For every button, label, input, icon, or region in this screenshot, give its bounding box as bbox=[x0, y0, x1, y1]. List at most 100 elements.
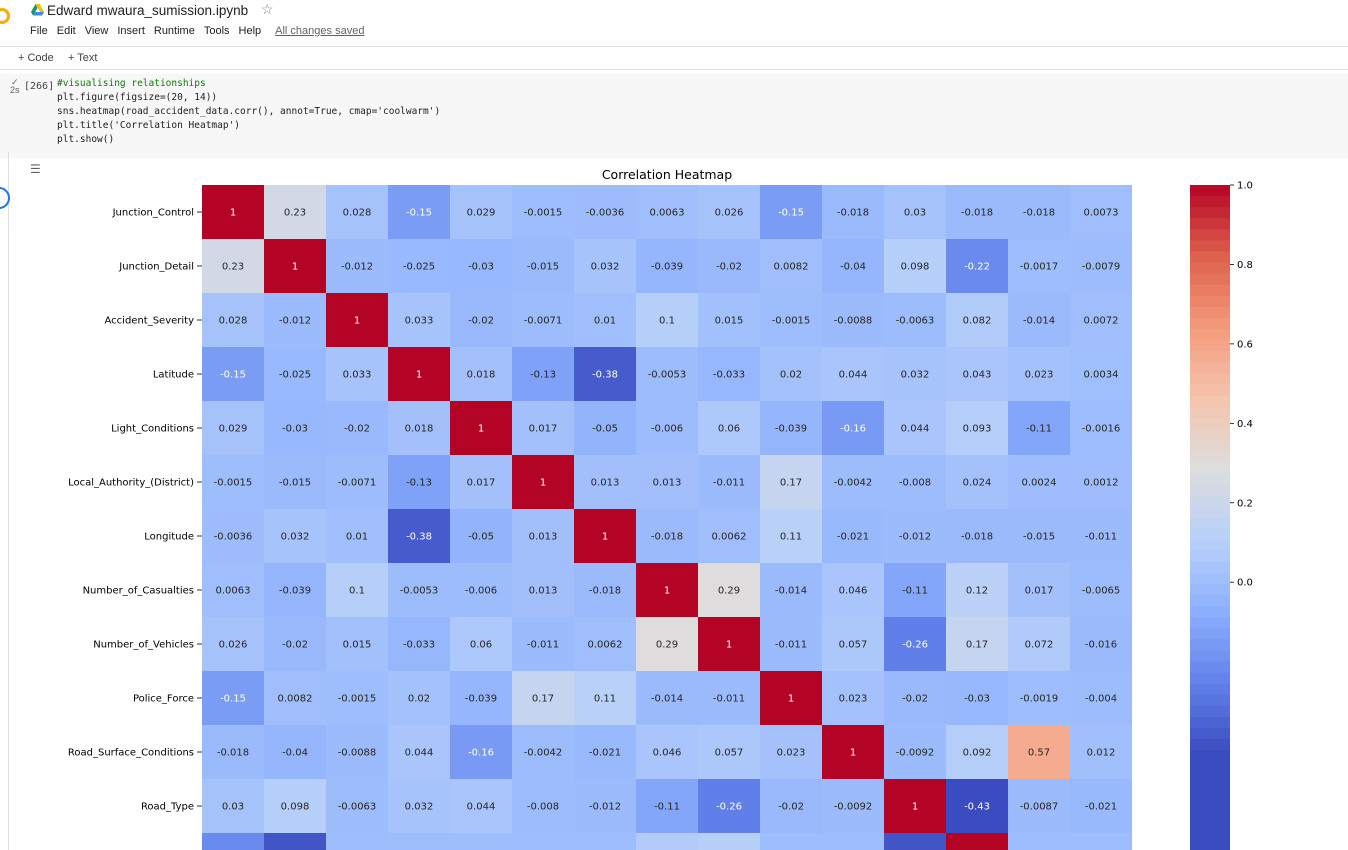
colorbar-segment bbox=[1190, 439, 1230, 452]
cell-annotation: -0.0015 bbox=[214, 478, 253, 489]
colorbar-segment bbox=[1190, 717, 1230, 729]
cell-annotation: -0.014 bbox=[1023, 316, 1055, 327]
colorbar-segment bbox=[1190, 595, 1230, 607]
colorbar-segment bbox=[1190, 517, 1230, 530]
menu-view[interactable]: View bbox=[85, 25, 109, 37]
add-text-button[interactable]: + Text bbox=[68, 52, 97, 64]
cell-annotation: -0.021 bbox=[837, 532, 869, 543]
cell-annotation: -0.15 bbox=[406, 208, 432, 219]
cell-annotation: 0.013 bbox=[529, 586, 558, 597]
row-label: Road_Type bbox=[141, 802, 194, 813]
cell-annotation: -0.0063 bbox=[896, 316, 935, 327]
cell-annotation: -0.0015 bbox=[772, 316, 811, 327]
code-line-3: sns.heatmap(road_accident_data.corr(), a… bbox=[57, 106, 441, 117]
colorbar-segment bbox=[1190, 639, 1230, 652]
cell-annotation: 0.023 bbox=[1025, 370, 1054, 381]
cell-annotation: 0.0073 bbox=[1084, 208, 1119, 219]
menu-runtime[interactable]: Runtime bbox=[154, 25, 195, 37]
cell-annotation: 0.0082 bbox=[278, 694, 313, 705]
colorbar-segment bbox=[1190, 761, 1230, 774]
cell-annotation: 0.03 bbox=[222, 802, 244, 813]
cell-annotation: 0.0063 bbox=[216, 586, 251, 597]
cell-annotation: 0.1 bbox=[659, 316, 675, 327]
colorbar-segment bbox=[1190, 395, 1230, 408]
star-icon[interactable]: ☆ bbox=[261, 1, 274, 18]
cell-annotation: 0.0062 bbox=[712, 532, 747, 543]
add-code-button[interactable]: + Code bbox=[18, 52, 54, 64]
cell-annotation: -0.26 bbox=[902, 640, 928, 651]
colorbar-segment bbox=[1190, 838, 1230, 850]
menu-edit[interactable]: Edit bbox=[57, 25, 76, 37]
colorbar-segment bbox=[1190, 816, 1230, 829]
menu-help[interactable]: Help bbox=[239, 25, 262, 37]
cell-annotation: -0.014 bbox=[651, 694, 683, 705]
cell-annotation: 0.23 bbox=[222, 262, 244, 273]
save-status-link[interactable]: All changes saved bbox=[275, 25, 364, 37]
cell-annotation: 0.032 bbox=[281, 532, 310, 543]
colorbar-segment bbox=[1190, 240, 1230, 253]
cell-annotation: -0.22 bbox=[964, 262, 990, 273]
cell-annotation: -0.018 bbox=[961, 532, 993, 543]
cell-annotation: 0.046 bbox=[839, 586, 868, 597]
run-status-check-icon[interactable]: ✓ 2s bbox=[10, 78, 20, 95]
colorbar-segment bbox=[1190, 705, 1230, 718]
cell-annotation: -0.43 bbox=[964, 802, 990, 813]
cell-annotation: -0.008 bbox=[899, 478, 931, 489]
cell-annotation: -0.03 bbox=[282, 424, 308, 435]
cell-annotation: 0.017 bbox=[467, 478, 496, 489]
cell-annotation: 0.02 bbox=[780, 370, 802, 381]
menu-tools[interactable]: Tools bbox=[204, 25, 230, 37]
cell-annotation: -0.0015 bbox=[338, 694, 377, 705]
colorbar-segment bbox=[1190, 694, 1230, 707]
colorbar-segment bbox=[1190, 484, 1230, 496]
cell-annotation: -0.033 bbox=[713, 370, 745, 381]
colorbar-segment bbox=[1190, 584, 1230, 596]
cell-annotation: 0.033 bbox=[405, 316, 434, 327]
colorbar-segment bbox=[1190, 805, 1230, 818]
cell-annotation: -0.016 bbox=[1085, 640, 1117, 651]
cell-annotation: -0.05 bbox=[592, 424, 618, 435]
cell-annotation: 0.0024 bbox=[1022, 478, 1057, 489]
cell-annotation: -0.0065 bbox=[1082, 586, 1121, 597]
colorbar-segment bbox=[1190, 539, 1230, 552]
cell-annotation: -0.012 bbox=[279, 316, 311, 327]
cell-annotation: -0.02 bbox=[778, 802, 804, 813]
cell-annotation: -0.004 bbox=[1085, 694, 1117, 705]
colorbar-segment bbox=[1190, 728, 1230, 740]
cell-annotation: 0.013 bbox=[653, 478, 682, 489]
code-cell[interactable]: ✓ 2s [266] #visualising relationships plt… bbox=[0, 74, 1348, 158]
cell-annotation: -0.0079 bbox=[1082, 262, 1121, 273]
code-editor[interactable]: #visualising relationships plt.figure(fi… bbox=[57, 77, 440, 147]
cell-annotation: -0.38 bbox=[592, 370, 618, 381]
cell-annotation: -0.018 bbox=[651, 532, 683, 543]
code-line-4: plt.title('Correlation Heatmap') bbox=[57, 120, 241, 131]
cell-annotation: 0.0082 bbox=[774, 262, 809, 273]
colorbar-segment bbox=[1190, 428, 1230, 441]
colorbar-segment bbox=[1190, 329, 1230, 341]
cell-annotation: 0.29 bbox=[718, 586, 740, 597]
heatmap-cell-partial bbox=[636, 833, 698, 850]
menu-bar: File Edit View Insert Runtime Tools Help… bbox=[30, 25, 364, 37]
cell-annotation: -0.0019 bbox=[1020, 694, 1059, 705]
colorbar-segment bbox=[1190, 794, 1230, 807]
cell-annotation: 0.026 bbox=[219, 640, 248, 651]
cell-annotation: -0.0053 bbox=[648, 370, 687, 381]
notebook-title[interactable]: Edward mwaura_sumission.ipynb bbox=[47, 3, 248, 18]
cell-annotation: -0.0092 bbox=[834, 802, 873, 813]
cell-annotation: 0.01 bbox=[594, 316, 616, 327]
cell-annotation: 0.098 bbox=[901, 262, 930, 273]
menu-insert[interactable]: Insert bbox=[117, 25, 145, 37]
heatmap-cell-partial bbox=[512, 833, 574, 850]
heatmap-cell-partial bbox=[202, 833, 264, 850]
cell-annotation: -0.02 bbox=[344, 424, 370, 435]
cell-annotation: 0.02 bbox=[408, 694, 430, 705]
cell-annotation: -0.0015 bbox=[524, 208, 563, 219]
cell-annotation: 1 bbox=[540, 478, 546, 489]
colab-logo-icon[interactable] bbox=[0, 8, 10, 24]
code-line-1: #visualising relationships bbox=[57, 78, 206, 89]
menu-file[interactable]: File bbox=[30, 25, 48, 37]
cell-annotation: -0.021 bbox=[1085, 802, 1117, 813]
colorbar-tick-label: 1.0 bbox=[1237, 181, 1253, 192]
code-line-2: plt.figure(figsize=(20, 14)) bbox=[57, 92, 218, 103]
colorbar-segment bbox=[1190, 473, 1230, 485]
